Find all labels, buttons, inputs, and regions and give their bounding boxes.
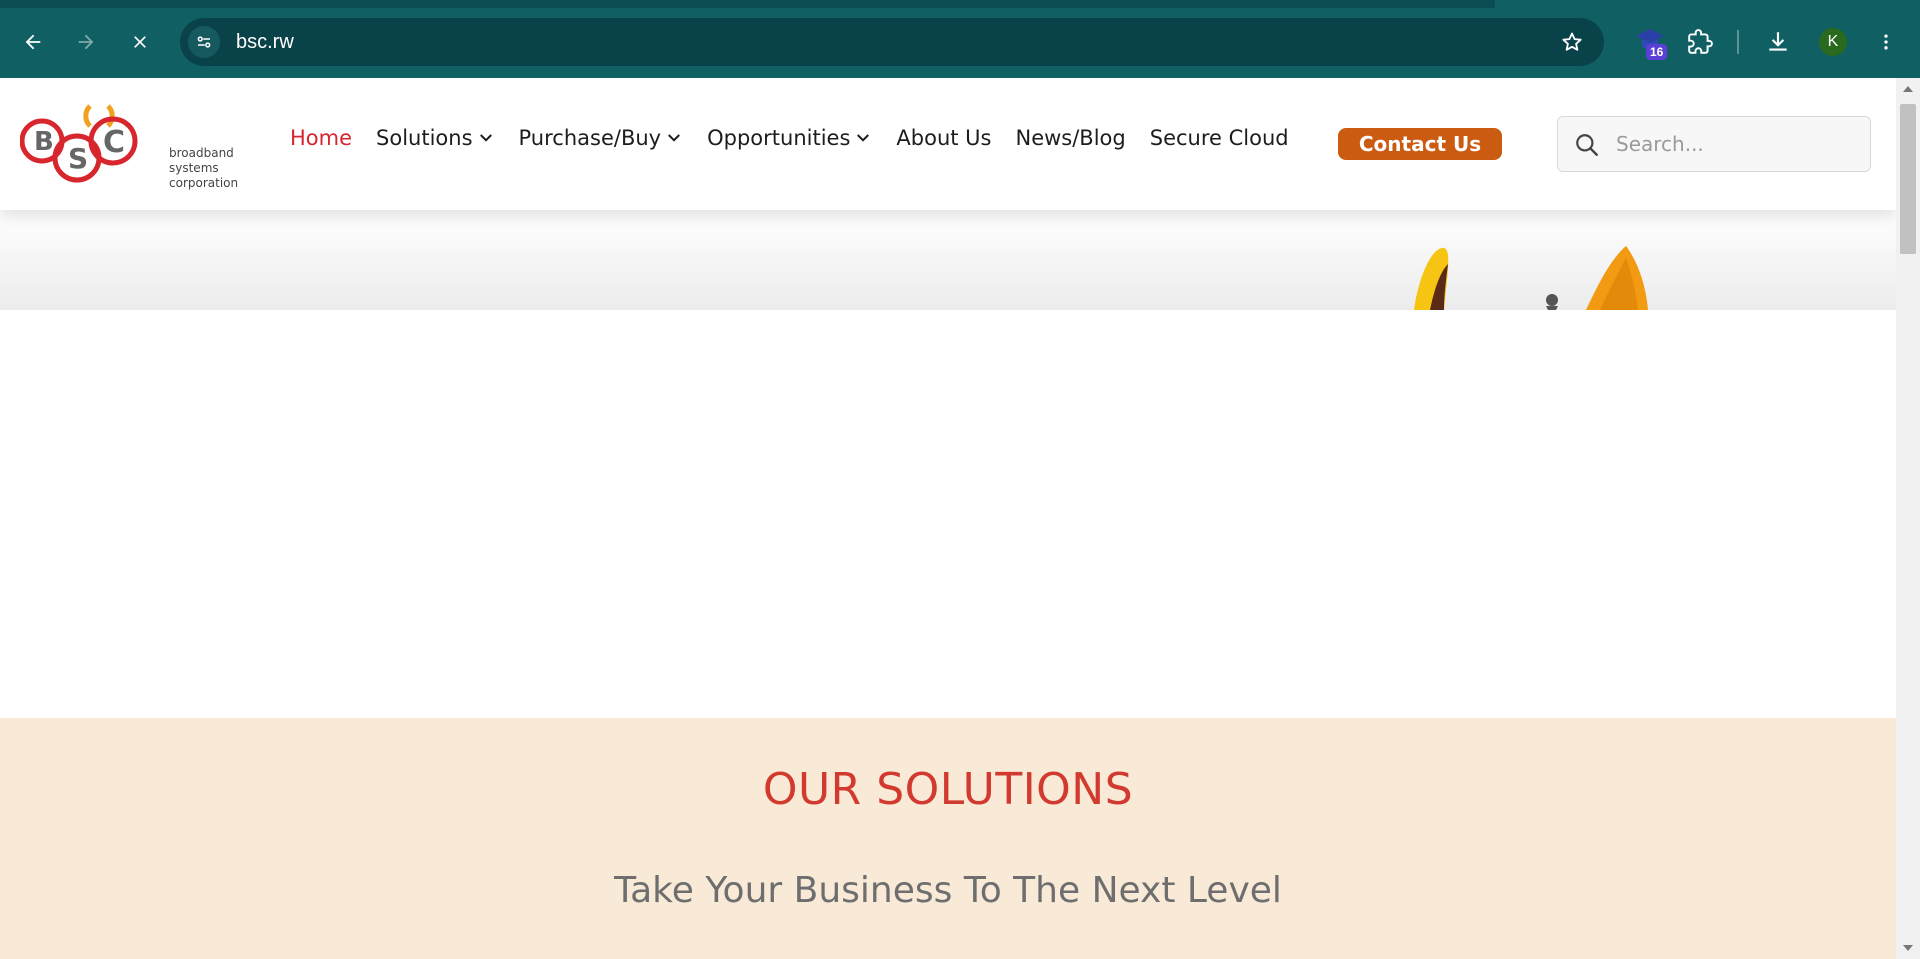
solutions-section: OUR SOLUTIONS Take Your Business To The … bbox=[0, 718, 1896, 959]
logo-text-line: broadband bbox=[169, 146, 234, 160]
logo-wordmark: broadband systems corporation bbox=[169, 146, 238, 191]
hero-content-area bbox=[0, 310, 1896, 719]
nav-item-label: Opportunities bbox=[707, 126, 851, 150]
nav-item-purchase[interactable]: Purchase/Buy bbox=[519, 126, 684, 150]
tune-icon bbox=[197, 36, 211, 48]
search-box[interactable] bbox=[1557, 116, 1871, 172]
extensions-button[interactable] bbox=[1680, 22, 1720, 62]
chevron-down-icon bbox=[857, 134, 870, 142]
main-navigation: Home Solutions Purchase/Buy Opportunitie… bbox=[290, 126, 1289, 150]
svg-text:B: B bbox=[34, 127, 54, 157]
download-icon bbox=[1769, 32, 1787, 51]
back-button[interactable] bbox=[13, 22, 53, 62]
nav-item-label: Solutions bbox=[376, 126, 473, 150]
logo-text-line: corporation bbox=[169, 176, 239, 190]
site-info-button[interactable] bbox=[188, 26, 220, 58]
arrow-left-icon bbox=[25, 34, 41, 50]
nav-item-solutions[interactable]: Solutions bbox=[376, 126, 495, 150]
kebab-menu-icon bbox=[1884, 34, 1888, 50]
url-text[interactable]: bsc.rw bbox=[236, 31, 294, 54]
close-icon bbox=[134, 36, 146, 48]
profile-avatar[interactable]: K bbox=[1819, 28, 1847, 56]
bookmark-button[interactable] bbox=[1560, 30, 1584, 59]
nav-item-about[interactable]: About Us bbox=[896, 126, 991, 150]
toolbar-separator bbox=[1737, 30, 1739, 54]
extension-button[interactable]: 16 bbox=[1632, 24, 1672, 64]
search-icon bbox=[1576, 134, 1598, 156]
nav-item-label: About Us bbox=[896, 126, 992, 150]
logo-text-line: systems bbox=[169, 161, 219, 175]
address-bar[interactable]: bsc.rw bbox=[180, 18, 1604, 66]
stop-loading-button[interactable] bbox=[120, 22, 160, 62]
scroll-up-arrow-icon[interactable] bbox=[1903, 86, 1913, 92]
star-icon bbox=[1562, 32, 1582, 51]
bsc-logo[interactable]: B S C broadband systems corporation bbox=[20, 98, 238, 190]
contact-us-button[interactable]: Contact Us bbox=[1338, 128, 1502, 160]
solutions-subheading: Take Your Business To The Next Level bbox=[614, 870, 1282, 911]
puzzle-icon bbox=[1688, 29, 1713, 54]
chevron-down-icon bbox=[479, 134, 492, 142]
tab-strip-edge bbox=[0, 0, 1920, 8]
nav-item-home[interactable]: Home bbox=[290, 126, 352, 150]
hero-banner bbox=[0, 210, 1896, 310]
tab-edge-highlight bbox=[1495, 0, 1920, 8]
search-input[interactable] bbox=[1616, 129, 1856, 159]
browser-menu-button[interactable] bbox=[1866, 22, 1906, 62]
nav-item-secure-cloud[interactable]: Secure Cloud bbox=[1150, 126, 1289, 150]
nav-item-label: News/Blog bbox=[1015, 126, 1126, 150]
downloads-button[interactable] bbox=[1758, 22, 1798, 62]
forward-button[interactable] bbox=[66, 22, 106, 62]
bsc-logo-mark: B S C bbox=[20, 104, 138, 183]
hero-illustration bbox=[1414, 246, 1648, 310]
nav-item-news[interactable]: News/Blog bbox=[1015, 126, 1125, 150]
chevron-down-icon bbox=[668, 134, 681, 142]
scrollbar-thumb[interactable] bbox=[1900, 104, 1916, 254]
nav-item-label: Secure Cloud bbox=[1149, 126, 1289, 150]
scroll-down-arrow-icon[interactable] bbox=[1903, 945, 1913, 951]
page-viewport: B S C broadband systems corporation Home… bbox=[0, 78, 1896, 959]
arrow-right-icon bbox=[78, 34, 94, 50]
browser-toolbar: bsc.rw 16 K bbox=[0, 0, 1920, 78]
page-scrollbar[interactable] bbox=[1896, 78, 1920, 959]
site-header: B S C broadband systems corporation Home… bbox=[0, 78, 1896, 210]
nav-item-opportunities[interactable]: Opportunities bbox=[707, 126, 872, 150]
nav-item-label: Home bbox=[290, 126, 353, 150]
solutions-heading: OUR SOLUTIONS bbox=[762, 764, 1134, 815]
nav-item-label: Purchase/Buy bbox=[518, 126, 662, 150]
svg-text:S: S bbox=[68, 142, 88, 175]
extension-badge-count: 16 bbox=[1646, 44, 1668, 60]
svg-text:C: C bbox=[103, 125, 125, 160]
